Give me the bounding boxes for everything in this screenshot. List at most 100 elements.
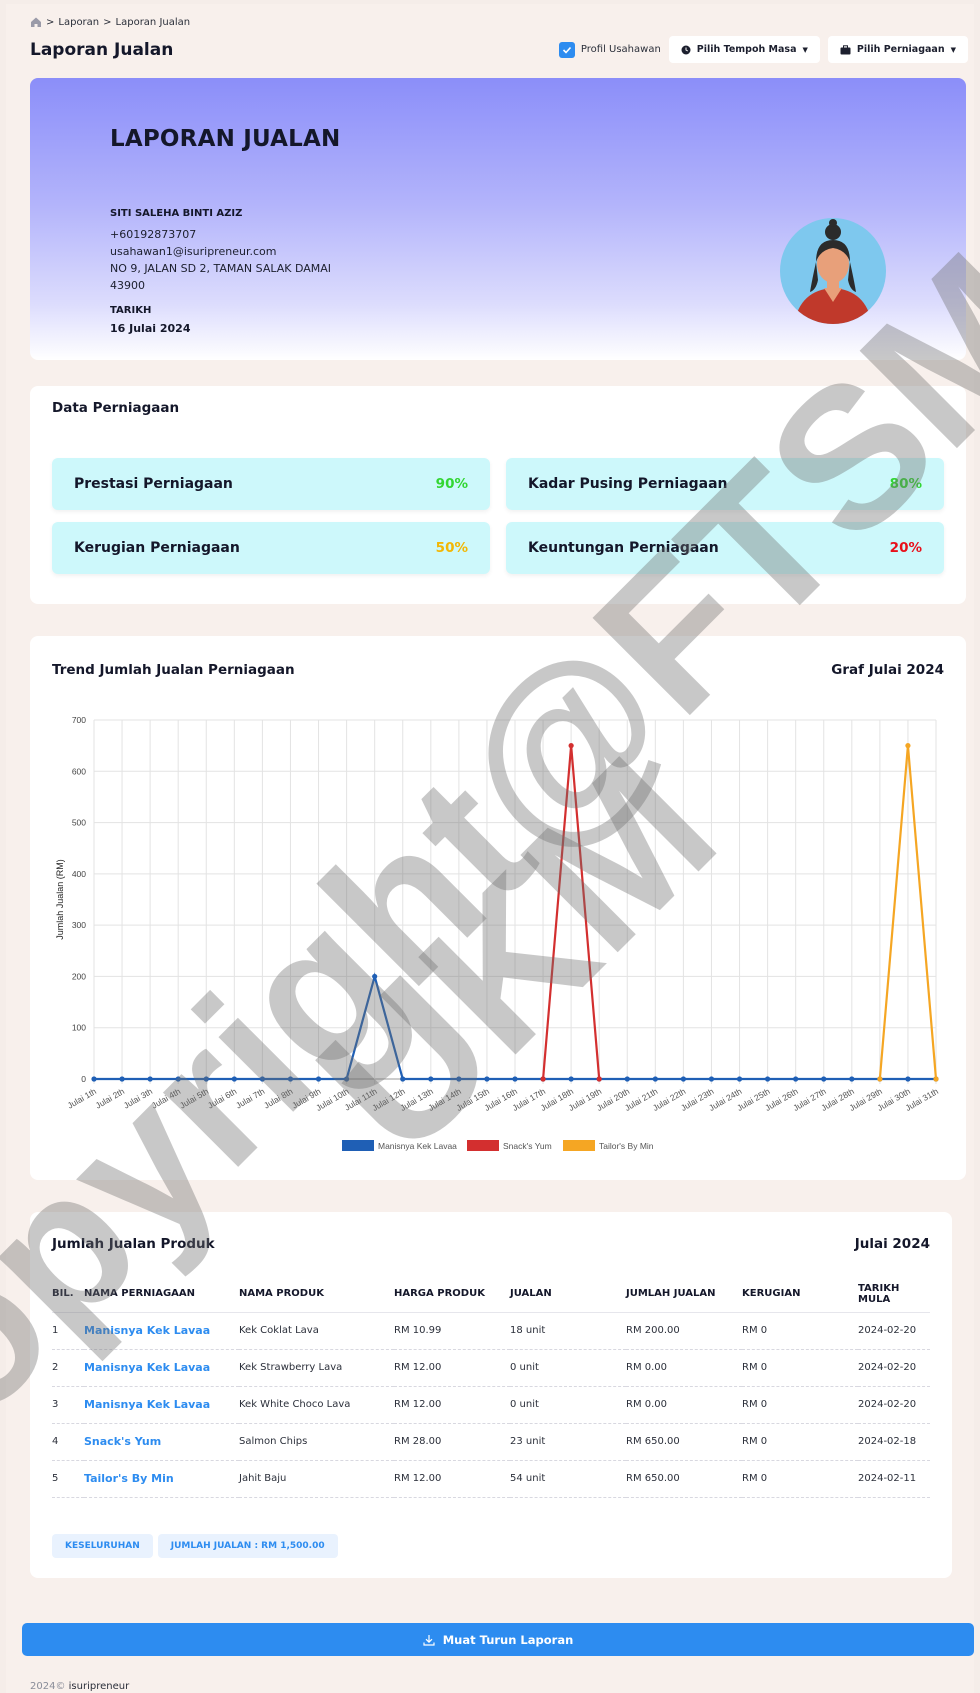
col-tarikh-mula: TARIKH MULA [858,1276,930,1313]
data-point[interactable] [708,1076,715,1082]
briefcase-icon [840,44,851,54]
legend-label[interactable]: Tailor's By Min [599,1141,654,1151]
table-cell: 2024-02-20 [858,1312,930,1350]
report-date: 16 Julai 2024 [110,322,191,335]
date-label: TARIKH [110,305,152,316]
table-row: 5 Tailor's By Min Jahit Baju RM 12.00 54 uni… [52,1460,930,1498]
table-cell: RM 12.00 [394,1349,510,1387]
breadcrumb-laporan-jualan: Laporan Jualan [115,16,191,28]
data-point[interactable] [793,1076,799,1082]
data-point[interactable] [119,1076,125,1082]
business-link[interactable]: Manisnya Kek Lavaa [84,1312,239,1350]
data-point[interactable] [849,1076,855,1082]
page: > Laporan > Laporan Jualan Laporan Juala… [6,4,974,1693]
col-jualan: JUALAN [510,1276,626,1313]
business-link[interactable]: Snack's Yum [84,1423,239,1461]
data-point[interactable] [568,1076,574,1082]
data-point[interactable] [91,1076,97,1082]
legend-label[interactable]: Snack's Yum [503,1141,552,1151]
data-point[interactable] [680,1076,687,1082]
data-point[interactable] [933,1076,939,1082]
stat-value: 50% [435,540,468,556]
business-link[interactable]: Manisnya Kek Lavaa [84,1386,239,1424]
x-tick-label: Julai 4th [150,1086,183,1111]
data-point[interactable] [765,1076,771,1082]
data-point[interactable] [568,743,574,749]
data-point[interactable] [877,1076,883,1082]
avatar [780,218,886,324]
data-point[interactable] [175,1076,181,1082]
data-point[interactable] [596,1076,602,1082]
table-cell: RM 200.00 [626,1312,742,1350]
download-report-button[interactable]: Muat Turun Laporan [22,1623,974,1656]
data-point[interactable] [456,1076,462,1082]
owner-phone: +60192873707 [110,228,197,241]
table-header-row: BIL. NAMA PERNIAGAAN NAMA PRODUK HARGA P… [52,1276,930,1313]
table-cell: RM 0 [742,1423,858,1461]
table-cell: 5 [52,1460,84,1498]
data-point[interactable] [344,1076,350,1082]
check-icon[interactable] [558,41,575,58]
data-point[interactable] [512,1076,518,1082]
data-point[interactable] [428,1076,434,1082]
y-tick-label: 600 [72,766,86,776]
product-sales-table: BIL. NAMA PERNIAGAAN NAMA PRODUK HARGA P… [52,1276,930,1498]
data-point[interactable] [400,1076,406,1082]
data-point[interactable] [624,1076,630,1082]
table-cell: 2 [52,1349,84,1387]
data-point[interactable] [372,973,378,980]
data-point[interactable] [484,1076,490,1082]
profile-toggle[interactable]: Profil Usahawan [558,41,661,58]
data-point[interactable] [315,1076,322,1082]
data-point[interactable] [203,1076,209,1082]
table-row: 2 Manisnya Kek Lavaa Kek Strawberry Lava RM… [52,1349,930,1387]
table-cell: Salmon Chips [239,1423,394,1461]
data-point[interactable] [231,1076,237,1082]
data-point[interactable] [905,743,911,749]
data-point[interactable] [905,1076,911,1082]
table-cell: RM 10.99 [394,1312,510,1350]
breadcrumb-separator: > [103,16,112,28]
table-cell: 2024-02-11 [858,1460,930,1498]
data-point[interactable] [147,1076,153,1082]
table-cell: RM 12.00 [394,1460,510,1498]
table-cell: RM 0.00 [626,1386,742,1424]
period-button[interactable]: Pilih Tempoh Masa ▼ [668,36,820,63]
home-icon[interactable] [30,16,42,28]
stat-value: 20% [889,540,922,556]
data-point[interactable] [540,1076,546,1082]
legend-label[interactable]: Manisnya Kek Lavaa [378,1141,457,1151]
data-point[interactable] [287,1076,294,1082]
table-cell: 3 [52,1386,84,1424]
toolbar: Profil Usahawan Pilih Tempoh Masa ▼ Pili… [558,36,968,63]
owner-address: NO 9, JALAN SD 2, TAMAN SALAK DAMAI [110,262,332,275]
footer-brand: isuripreneur [68,1681,130,1692]
product-sales-card: Jumlah Jualan Produk Julai 2024 BIL. NAM… [30,1212,952,1578]
stat-prestasi: Prestasi Perniagaan 90% [52,458,490,510]
stat-kerugian: Kerugian Perniagaan 50% [52,522,490,574]
business-link[interactable]: Tailor's By Min [84,1460,239,1498]
table-cell: RM 28.00 [394,1423,510,1461]
x-tick-label: Julai 5th [178,1086,211,1111]
table-cell: RM 650.00 [626,1460,742,1498]
table-cell: Jahit Baju [239,1460,394,1498]
table-cell: Kek Strawberry Lava [239,1349,394,1387]
report-header-card: LAPORAN JUALAN SITI SALEHA BINTI AZIZ +6… [30,78,966,360]
x-tick-label: Julai 2th [94,1086,127,1111]
data-point[interactable] [652,1076,658,1082]
data-point[interactable] [259,1076,265,1082]
table-cell: 18 unit [510,1312,626,1350]
breadcrumb-laporan[interactable]: Laporan [58,17,99,28]
table-cell: 0 unit [510,1386,626,1424]
y-tick-label: 500 [72,818,86,828]
table-cell: RM 0 [742,1312,858,1350]
business-button[interactable]: Pilih Perniagaan ▼ [827,36,968,63]
business-link[interactable]: Manisnya Kek Lavaa [84,1349,239,1387]
download-icon [423,1634,435,1646]
data-point[interactable] [821,1076,827,1082]
x-tick-label: Julai 1th [66,1086,99,1111]
stat-label: Kerugian Perniagaan [74,540,240,556]
legend-swatch [563,1140,595,1151]
table-cell: Kek Coklat Lava [239,1312,394,1350]
data-point[interactable] [736,1076,743,1082]
